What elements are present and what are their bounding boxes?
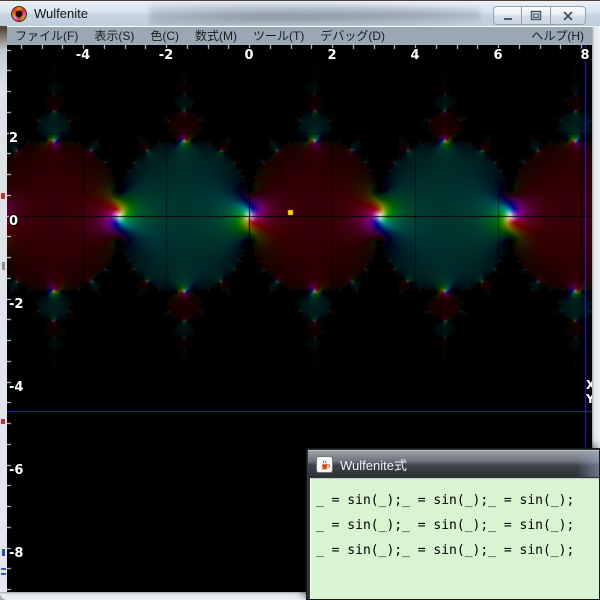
x-tick-label: 4 (402, 48, 428, 63)
menu-tools[interactable]: ツール(T) (245, 27, 312, 44)
x-tick-label: 2 (319, 48, 345, 63)
y-tick-label: 0 (9, 214, 18, 229)
formula-line: _ = sin(_);_ = sin(_);_ = sin(_); (316, 488, 599, 513)
window-frame-right (592, 26, 600, 448)
menu-view[interactable]: 表示(S) (86, 27, 142, 44)
title-bar[interactable]: Wulfenite (0, 0, 600, 26)
x-tick-label: -4 (70, 48, 96, 63)
aero-glass-reflection (150, 2, 480, 26)
minimize-button[interactable] (493, 6, 522, 25)
glass-artifact (1, 568, 6, 570)
y-tick-label: 2 (9, 131, 18, 146)
window-frame-left (0, 0, 7, 600)
formula-window-title-bar[interactable]: Wulfenite式 (308, 450, 599, 477)
menu-file[interactable]: ファイル(F) (7, 27, 86, 44)
formula-line: _ = sin(_);_ = sin(_);_ = sin(_); (316, 513, 599, 538)
close-icon (562, 10, 574, 22)
y-tick-label: -6 (9, 463, 23, 478)
wulfenite-app-icon[interactable] (11, 6, 27, 22)
window-title: Wulfenite (34, 6, 88, 21)
maximize-icon (530, 10, 542, 22)
y-tick-label: -8 (9, 546, 23, 561)
glass-artifact (1, 419, 5, 424)
formula-line: _ = sin(_);_ = sin(_);_ = sin(_); (316, 538, 599, 563)
glass-artifact (2, 549, 5, 556)
menu-bar: ファイル(F) 表示(S) 色(C) 数式(M) ツール(T) デバッグ(D) … (7, 26, 593, 45)
glass-artifact (1, 193, 5, 199)
window-controls (493, 6, 586, 25)
menu-help[interactable]: ヘルプ(H) (522, 27, 593, 44)
formula-editor[interactable]: _ = sin(_);_ = sin(_);_ = sin(_); _ = si… (310, 478, 599, 599)
maximize-button[interactable] (522, 6, 551, 25)
y-tick-label: -4 (9, 380, 23, 395)
formula-window-title: Wulfenite式 (340, 455, 407, 474)
x-tick-label: 0 (236, 48, 262, 63)
close-button[interactable] (551, 6, 586, 25)
formula-window: Wulfenite式 _ = sin(_);_ = sin(_);_ = sin… (306, 448, 600, 600)
y-tick-label: -2 (9, 297, 23, 312)
minimize-icon (502, 10, 514, 22)
glass-artifact (2, 262, 5, 270)
java-cup-icon (316, 456, 333, 473)
window-frame-bottom (0, 592, 306, 600)
x-tick-label: -2 (153, 48, 179, 63)
menu-color[interactable]: 色(C) (142, 27, 187, 44)
menu-debug[interactable]: デバッグ(D) (312, 27, 393, 44)
menu-formula[interactable]: 数式(M) (187, 27, 245, 44)
x-tick-label: 6 (485, 48, 511, 63)
glass-artifact (1, 573, 6, 575)
